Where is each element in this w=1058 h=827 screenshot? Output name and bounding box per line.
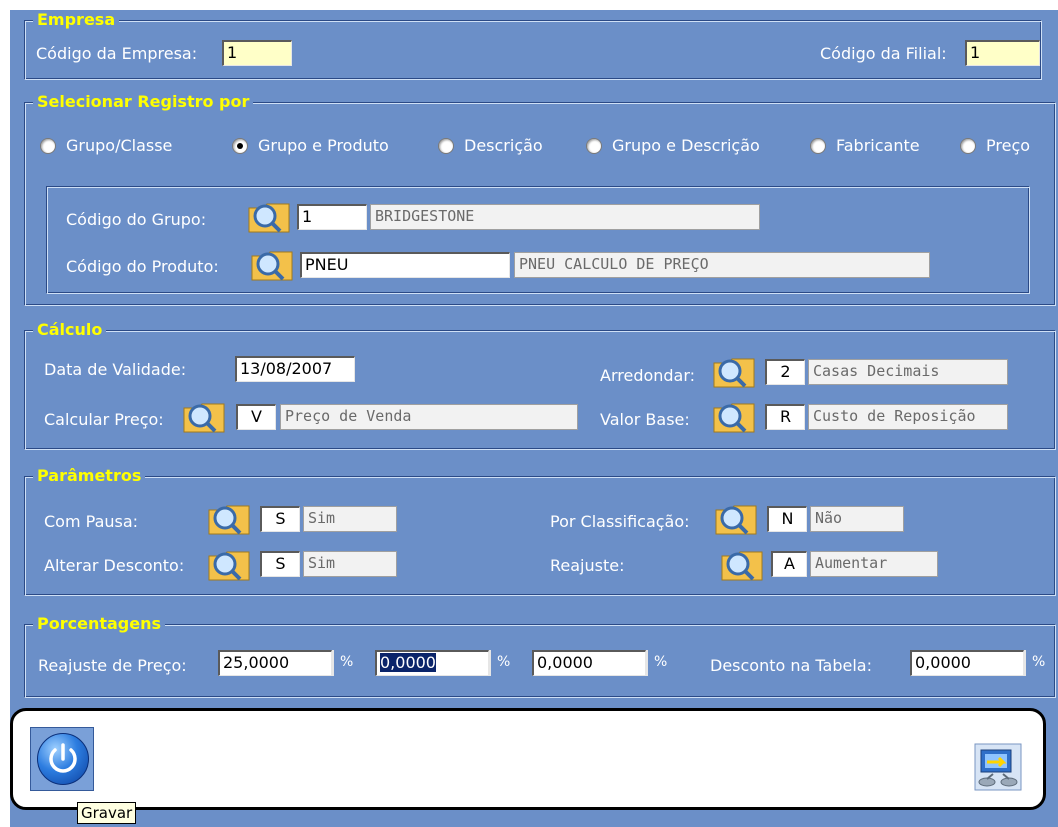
lookup-folder-magnifier-icon[interactable] — [205, 546, 255, 582]
lookup-folder-magnifier-icon[interactable] — [718, 546, 768, 582]
group-calculo: Cálculo — [24, 321, 1056, 450]
radio-button-icon — [40, 137, 56, 154]
alterar-desconto-desc-field: Sim — [303, 551, 397, 577]
lookup-folder-magnifier-icon[interactable] — [180, 398, 230, 434]
bottom-toolbar — [10, 708, 1046, 810]
radio-button-icon — [960, 137, 976, 154]
com-pausa-code-field[interactable]: S — [260, 506, 300, 532]
reajuste-preco-field-1[interactable]: 25,0000 — [218, 650, 332, 676]
radio-descricao[interactable]: Descrição — [438, 136, 543, 155]
legend-parametros: Parâmetros — [33, 467, 146, 485]
por-classificacao-code-field[interactable]: N — [767, 506, 807, 532]
valor-base-label: Valor Base: — [600, 410, 690, 429]
radio-label: Grupo e Produto — [258, 136, 389, 155]
percent-label-3: % — [654, 654, 668, 670]
com-pausa-label: Com Pausa: — [44, 512, 139, 531]
alterar-desconto-code-field[interactable]: S — [260, 551, 300, 577]
percent-divider — [489, 650, 491, 676]
lookup-folder-magnifier-icon[interactable] — [710, 353, 760, 389]
gravar-button[interactable] — [30, 727, 94, 791]
arredondar-label: Arredondar: — [600, 366, 696, 385]
lookup-folder-magnifier-icon[interactable] — [205, 500, 255, 536]
lookup-folder-magnifier-icon[interactable] — [245, 198, 295, 234]
power-icon — [37, 733, 89, 785]
legend-empresa: Empresa — [33, 11, 120, 29]
gravar-tooltip: Gravar — [77, 802, 137, 824]
percent-label-1: % — [340, 654, 354, 670]
codigo-produto-field[interactable]: PNEU — [300, 252, 510, 278]
percent-label-4: % — [1032, 654, 1046, 670]
alterar-desconto-label: Alterar Desconto: — [44, 556, 185, 575]
reajuste-preco-label: Reajuste de Preço: — [38, 656, 187, 675]
data-validade-label: Data de Validade: — [44, 360, 187, 379]
legend-selecionar: Selecionar Registro por — [33, 93, 254, 111]
percent-divider — [646, 650, 648, 676]
radio-button-selected-icon — [232, 137, 248, 154]
radio-button-icon — [438, 137, 454, 154]
arredondar-desc-field: Casas Decimais — [808, 359, 1008, 385]
reajuste-code-field[interactable]: A — [771, 551, 807, 577]
radio-label: Grupo e Descrição — [612, 136, 760, 155]
valor-base-code-field[interactable]: R — [765, 404, 805, 430]
percent-divider — [1024, 650, 1026, 676]
por-classificacao-label: Por Classificação: — [550, 512, 690, 531]
reajuste-preco-field-3[interactable]: 0,0000 — [532, 650, 646, 676]
data-validade-field[interactable]: 13/08/2007 — [235, 356, 355, 382]
network-transfer-icon[interactable] — [973, 742, 1023, 792]
radio-label: Descrição — [464, 136, 543, 155]
arredondar-code-field[interactable]: 2 — [765, 359, 805, 385]
desconto-tabela-field[interactable]: 0,0000 — [910, 650, 1024, 676]
desconto-tabela-label: Desconto na Tabela: — [710, 656, 872, 675]
codigo-empresa-label: Código da Empresa: — [36, 44, 198, 63]
calcular-preco-code-field[interactable]: V — [236, 404, 276, 430]
valor-base-desc-field: Custo de Reposição — [808, 404, 1008, 430]
lookup-folder-magnifier-icon[interactable] — [712, 500, 762, 536]
percent-divider — [332, 650, 334, 676]
percent-label-2: % — [497, 654, 511, 670]
group-parametros: Parâmetros — [24, 467, 1056, 596]
radio-label: Preço — [986, 136, 1031, 155]
radio-button-icon — [810, 137, 826, 154]
reajuste-label: Reajuste: — [550, 556, 625, 575]
reajuste-preco-field-2[interactable]: 0,0000 — [375, 650, 489, 676]
produto-descricao-field: PNEU CALCULO DE PREÇO — [514, 252, 930, 278]
codigo-empresa-field[interactable]: 1 — [222, 40, 292, 66]
reajuste-desc-field: Aumentar — [810, 551, 938, 577]
com-pausa-desc-field: Sim — [303, 506, 397, 532]
radio-label: Fabricante — [836, 136, 920, 155]
codigo-grupo-field[interactable]: 1 — [297, 204, 367, 230]
grupo-descricao-field: BRIDGESTONE — [370, 204, 760, 230]
lookup-folder-magnifier-icon[interactable] — [248, 246, 298, 282]
calcular-preco-label: Calcular Preço: — [44, 410, 164, 429]
radio-fabricante[interactable]: Fabricante — [810, 136, 920, 155]
radio-preco[interactable]: Preço — [960, 136, 1030, 155]
radio-grupo-descricao[interactable]: Grupo e Descrição — [586, 136, 760, 155]
calcular-preco-desc-field: Preço de Venda — [280, 404, 578, 430]
radio-button-icon — [586, 137, 602, 154]
legend-calculo: Cálculo — [33, 321, 107, 339]
legend-porcentagens: Porcentagens — [33, 615, 165, 633]
codigo-filial-label: Código da Filial: — [820, 44, 947, 63]
radio-label: Grupo/Classe — [66, 136, 173, 155]
radio-grupo-produto[interactable]: Grupo e Produto — [232, 136, 389, 155]
por-classificacao-desc-field: Não — [810, 506, 904, 532]
radio-grupo-classe[interactable]: Grupo/Classe — [40, 136, 172, 155]
codigo-grupo-label: Código do Grupo: — [66, 210, 207, 229]
lookup-folder-magnifier-icon[interactable] — [710, 398, 760, 434]
codigo-produto-label: Código do Produto: — [66, 257, 219, 276]
selected-text: 0,0000 — [380, 653, 436, 672]
codigo-filial-field[interactable]: 1 — [965, 40, 1040, 66]
